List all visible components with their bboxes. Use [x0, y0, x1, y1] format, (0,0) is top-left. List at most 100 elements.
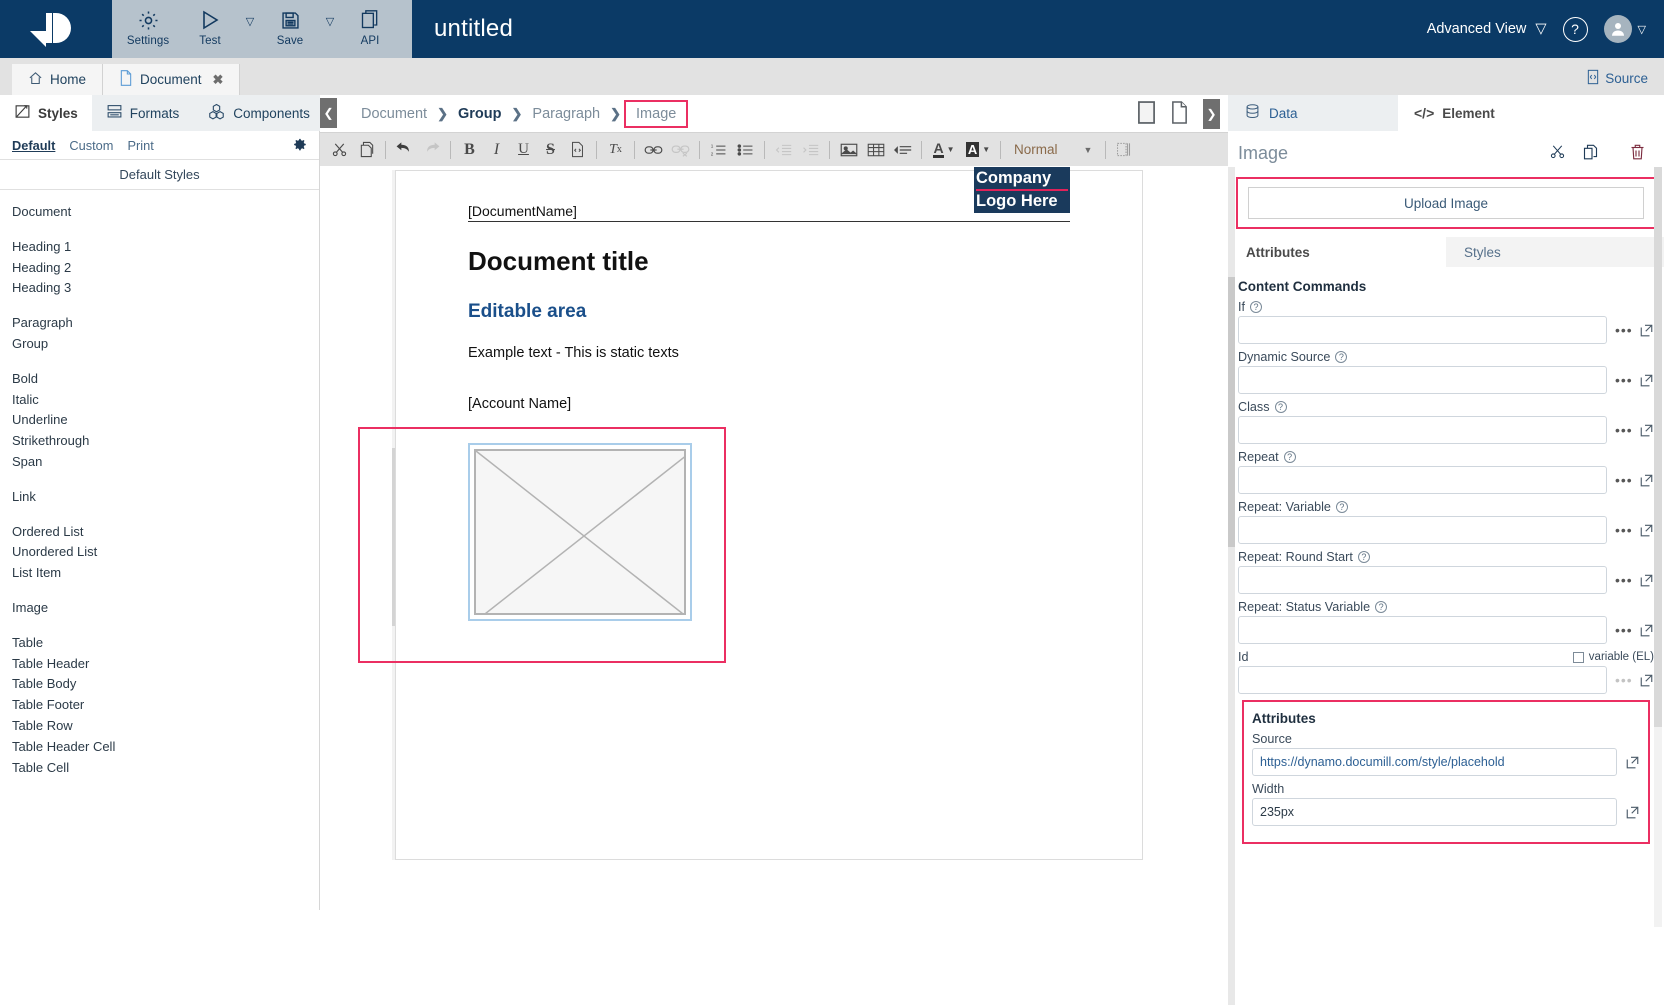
tab-data[interactable]: Data	[1228, 95, 1398, 131]
id-options-icon[interactable]: •••	[1615, 672, 1631, 688]
breadcrumb-item-paragraph[interactable]: Paragraph	[525, 103, 607, 125]
image-placeholder[interactable]	[468, 443, 692, 621]
test-button[interactable]: Test	[184, 5, 236, 47]
advanced-view-dropdown[interactable]: Advanced View ▽	[1427, 21, 1547, 37]
id-expand-icon[interactable]	[1639, 673, 1654, 688]
style-item-link[interactable]: Link	[12, 487, 319, 508]
cut-icon[interactable]	[326, 136, 353, 163]
id-input[interactable]	[1238, 666, 1607, 694]
if-options-icon[interactable]: •••	[1615, 322, 1631, 338]
cut-icon[interactable]	[1549, 143, 1566, 163]
redo-icon[interactable]	[418, 136, 445, 163]
background-color-icon[interactable]: A ▼	[961, 136, 995, 163]
tab-formats[interactable]: Formats	[92, 95, 194, 131]
account-dropdown-caret[interactable]: ▽	[1638, 23, 1646, 36]
repeat-variable-input[interactable]	[1238, 516, 1607, 544]
collapse-left-panel-button[interactable]: ❮	[320, 98, 337, 128]
repeat-round-start-expand-icon[interactable]	[1639, 573, 1654, 588]
text-color-icon[interactable]: A ▼	[927, 136, 961, 163]
tab-element[interactable]: </> Element	[1398, 95, 1511, 131]
help-icon[interactable]: ?	[1336, 501, 1348, 513]
copy-icon[interactable]	[1582, 143, 1599, 164]
ordered-list-icon[interactable]: 1 2	[705, 136, 732, 163]
collapse-right-panel-button[interactable]: ❯	[1203, 99, 1220, 129]
source-input[interactable]	[1252, 748, 1617, 776]
style-item-unordered-list[interactable]: Unordered List	[12, 542, 319, 563]
style-item-table-header[interactable]: Table Header	[12, 654, 319, 675]
style-item-heading-2[interactable]: Heading 2	[12, 258, 319, 279]
variable-el-checkbox-row[interactable]: variable (EL)	[1573, 651, 1654, 663]
class-input[interactable]	[1238, 416, 1607, 444]
help-icon[interactable]: ?	[1284, 451, 1296, 463]
style-item-span[interactable]: Span	[12, 452, 319, 473]
bold-icon[interactable]: B	[456, 136, 483, 163]
help-icon[interactable]: ?	[1358, 551, 1370, 563]
page-layout-view-icon[interactable]	[1170, 100, 1189, 128]
link-icon[interactable]	[640, 136, 667, 163]
breadcrumb-item-image[interactable]: Image	[624, 100, 688, 128]
style-item-table-header-cell[interactable]: Table Header Cell	[12, 737, 319, 758]
style-item-image[interactable]: Image	[12, 598, 319, 619]
upload-image-button[interactable]: Upload Image	[1248, 187, 1644, 219]
tab-home[interactable]: Home	[12, 64, 103, 95]
style-item-underline[interactable]: Underline	[12, 410, 319, 431]
repeat-variable-options-icon[interactable]: •••	[1615, 522, 1631, 538]
width-input[interactable]	[1252, 798, 1617, 826]
dynamic-source-options-icon[interactable]: •••	[1615, 372, 1631, 388]
repeat-status-variable-options-icon[interactable]: •••	[1615, 622, 1631, 638]
unordered-list-icon[interactable]	[732, 136, 759, 163]
unlink-icon[interactable]	[667, 136, 694, 163]
delete-icon[interactable]	[1629, 143, 1646, 164]
style-item-strikethrough[interactable]: Strikethrough	[12, 431, 319, 452]
source-expand-icon[interactable]	[1625, 755, 1640, 770]
style-item-list-item[interactable]: List Item	[12, 563, 319, 584]
class-options-icon[interactable]: •••	[1615, 422, 1631, 438]
style-item-document[interactable]: Document	[12, 202, 319, 223]
right-panel-scrollbar-thumb[interactable]	[1654, 167, 1662, 727]
right-panel-left-scrollbar-thumb[interactable]	[1228, 277, 1235, 547]
document-heading-1[interactable]: Document title	[468, 246, 649, 277]
right-panel-scrollbar[interactable]	[1654, 167, 1662, 927]
test-dropdown-caret[interactable]: ▽	[236, 5, 264, 28]
help-icon[interactable]: ?	[1275, 401, 1287, 413]
document-heading-2[interactable]: Editable area	[468, 301, 586, 323]
style-item-table-body[interactable]: Table Body	[12, 674, 319, 695]
tab-components[interactable]: Components	[193, 95, 324, 131]
breadcrumb-item-group[interactable]: Group	[451, 103, 509, 125]
source-code-icon[interactable]	[564, 136, 591, 163]
dynamic-source-expand-icon[interactable]	[1639, 373, 1654, 388]
repeat-input[interactable]	[1238, 466, 1607, 494]
style-item-table-cell[interactable]: Table Cell	[12, 758, 319, 779]
repeat-expand-icon[interactable]	[1639, 473, 1654, 488]
source-link[interactable]: Source	[1586, 69, 1648, 95]
variable-el-checkbox[interactable]	[1573, 652, 1584, 663]
italic-icon[interactable]: I	[483, 136, 510, 163]
style-item-table[interactable]: Table	[12, 633, 319, 654]
insert-table-icon[interactable]	[862, 136, 889, 163]
page-break-icon[interactable]	[1111, 136, 1138, 163]
if-expand-icon[interactable]	[1639, 323, 1654, 338]
repeat-status-variable-expand-icon[interactable]	[1639, 623, 1654, 638]
save-dropdown-caret[interactable]: ▽	[316, 5, 344, 28]
repeat-round-start-input[interactable]	[1238, 566, 1607, 594]
style-item-bold[interactable]: Bold	[12, 369, 319, 390]
right-panel-left-scrollbar[interactable]	[1228, 167, 1235, 1005]
account-name-placeholder[interactable]: [Account Name]	[468, 396, 571, 412]
tab-attributes[interactable]: Attributes	[1228, 237, 1446, 267]
close-icon[interactable]: ✖	[213, 72, 224, 88]
underline-icon[interactable]: U	[510, 136, 537, 163]
save-button[interactable]: Save	[264, 5, 316, 47]
style-item-heading-3[interactable]: Heading 3	[12, 278, 319, 299]
class-expand-icon[interactable]	[1639, 423, 1654, 438]
copy-icon[interactable]	[353, 136, 380, 163]
style-item-italic[interactable]: Italic	[12, 390, 319, 411]
repeat-status-variable-input[interactable]	[1238, 616, 1607, 644]
style-item-paragraph[interactable]: Paragraph	[12, 313, 319, 334]
help-icon[interactable]: ?	[1375, 601, 1387, 613]
strikethrough-icon[interactable]: S	[537, 136, 564, 163]
style-item-group[interactable]: Group	[12, 334, 319, 355]
indent-icon[interactable]	[797, 136, 824, 163]
help-icon[interactable]: ?	[1335, 351, 1347, 363]
subtab-custom[interactable]: Custom	[69, 138, 113, 153]
outdent-icon[interactable]	[770, 136, 797, 163]
